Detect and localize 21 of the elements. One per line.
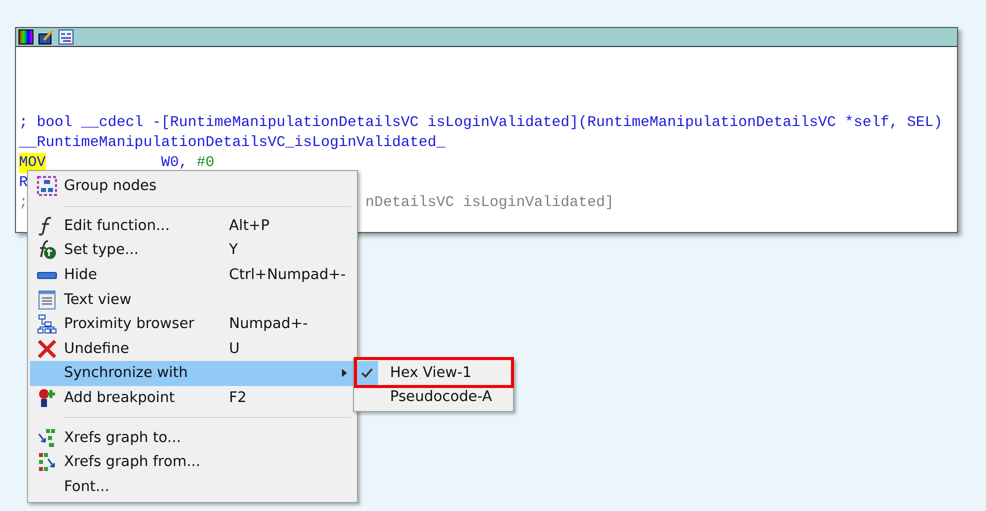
code-comment: ; bool __cdecl -[RuntimeManipulationDetailsVC isLoginValidated](RuntimeManipulationDetailsVC *self, SEL) bbox=[19, 114, 942, 133]
menu-item[interactable]: Xrefs graph to... bbox=[30, 425, 355, 450]
menu-item[interactable]: Proximity browser Numpad+- bbox=[30, 312, 355, 337]
code-label: __RuntimeManipulationDetailsVC_isLoginValidated_ bbox=[19, 134, 446, 153]
menu-item[interactable]: Font... bbox=[30, 474, 355, 500]
menu-item[interactable]: Text view bbox=[30, 287, 355, 312]
code-comment: nDetailsVC isLoginValidated] bbox=[365, 194, 614, 213]
code-operand: #0 bbox=[196, 154, 214, 173]
menu-item[interactable]: Group nodes bbox=[30, 174, 355, 199]
submenu-item[interactable]: Hex View-1 bbox=[356, 361, 511, 385]
menu-item[interactable]: Edit function... Alt+P bbox=[30, 214, 355, 238]
menu-item[interactable]: Set type... Y bbox=[30, 238, 355, 263]
submenu-item[interactable]: Pseudocode-A bbox=[356, 385, 511, 409]
menu-item[interactable]: Add breakpoint F2 bbox=[30, 386, 355, 410]
code-text: R bbox=[19, 174, 28, 193]
code-comment: ; bbox=[19, 194, 28, 213]
code-operand: W0, bbox=[161, 154, 188, 173]
menu-item[interactable]: Undefine U bbox=[30, 336, 355, 362]
menu-item[interactable]: Hide Ctrl+Numpad+- bbox=[30, 262, 355, 288]
menu-item[interactable]: Synchronize with bbox=[30, 361, 355, 386]
menu-item[interactable]: Xrefs graph from... bbox=[30, 450, 355, 475]
